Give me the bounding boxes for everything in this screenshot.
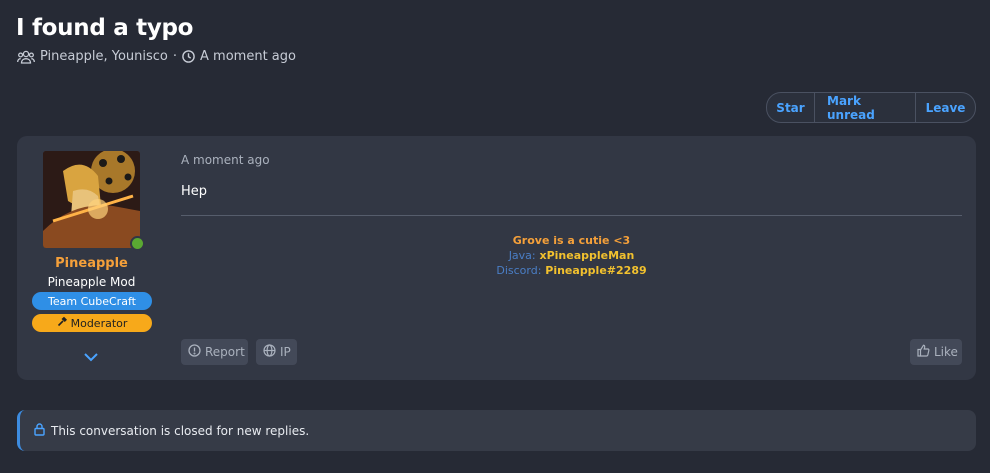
badge-team-cubecraft: Team CubeCraft [32,292,152,310]
report-button[interactable]: Report [181,339,248,365]
signature: Grove is a cutie <3 Java: xPineappleMan … [181,233,962,278]
signature-divider [181,215,962,216]
thread-meta: Pineapple, Younisco · A moment ago [17,49,296,64]
chevron-down-icon[interactable] [83,347,99,366]
lock-icon [34,422,45,439]
like-button[interactable]: Like [910,339,962,365]
author-title: Pineapple Mod [47,275,136,289]
star-button[interactable]: Star [767,93,815,122]
meta-separator: · [172,49,178,64]
report-label: Report [205,345,245,359]
badge-label: Moderator [70,316,128,330]
thumbs-up-icon [917,344,930,360]
users-icon [17,50,35,64]
avatar[interactable] [43,151,140,248]
ip-button[interactable]: IP [256,339,297,365]
closed-notice-text: This conversation is closed for new repl… [51,423,310,438]
signature-discord: Discord: Pineapple#2289 [181,263,962,278]
participants-link[interactable]: Pineapple, Younisco [40,49,168,64]
post-body: Hep [181,184,208,199]
author-username[interactable]: Pineapple [17,256,166,271]
globe-icon [263,344,276,360]
java-value: xPineappleMan [539,249,635,262]
online-status-icon [130,236,145,251]
conversation-actions: Star Mark unread Leave [766,92,976,123]
post-time[interactable]: A moment ago [181,153,270,167]
signature-java: Java: xPineappleMan [181,248,962,263]
java-label: Java: [508,249,536,262]
badge-label: Team CubeCraft [48,294,136,308]
ip-label: IP [280,345,291,359]
closed-notice: This conversation is closed for new repl… [17,410,976,451]
thread-time[interactable]: A moment ago [200,49,296,64]
like-label: Like [934,345,958,359]
message-post: Pineapple Pineapple Mod Team CubeCraft M… [17,136,976,380]
page-title: I found a typo [16,15,194,41]
badge-moderator: Moderator [32,314,152,332]
discord-label: Discord: [496,264,542,277]
hammer-icon [57,316,68,330]
leave-button[interactable]: Leave [916,93,975,122]
info-circle-icon [188,344,201,360]
clock-icon [182,50,195,63]
signature-line: Grove is a cutie <3 [512,234,631,247]
discord-value: Pineapple#2289 [545,264,647,277]
mark-unread-button[interactable]: Mark unread [815,93,916,122]
